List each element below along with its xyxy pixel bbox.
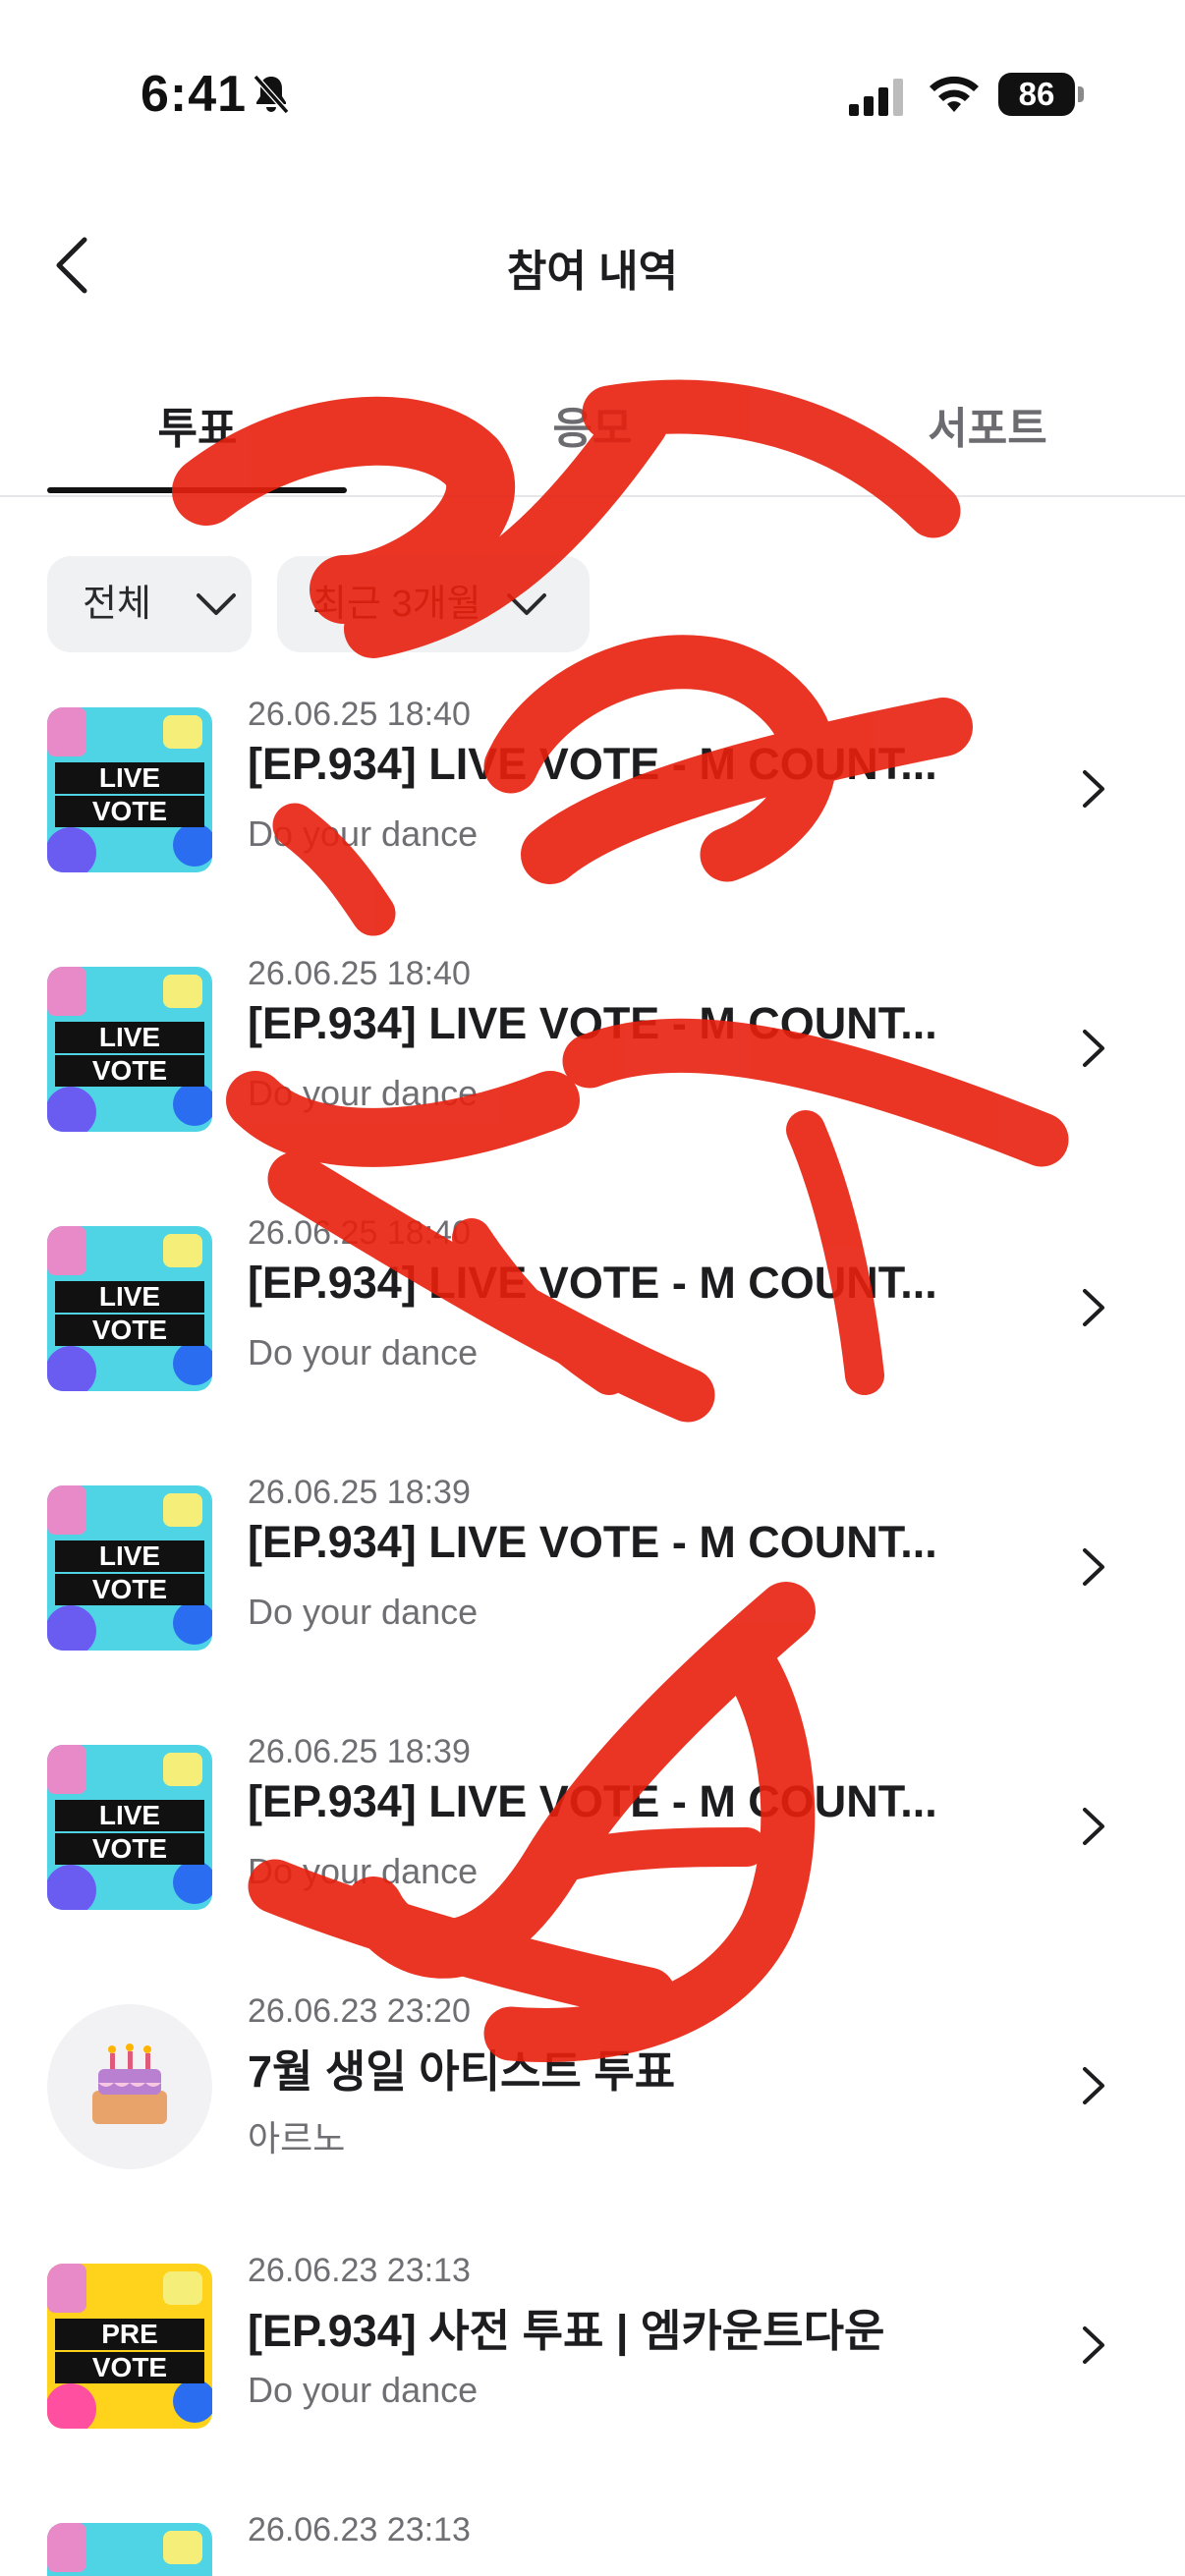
vote-subtitle: Do your dance	[248, 1073, 479, 1113]
vote-thumbnail	[47, 2523, 212, 2576]
vote-date: 26.06.23 23:13	[248, 2511, 471, 2548]
list-item[interactable]: LIVE VOTE 26.06.25 18:40 [EP.934] LIVE VOTE…	[0, 951, 1185, 1148]
tab-entry[interactable]: 응모	[395, 393, 790, 456]
vote-date: 26.06.23 23:20	[248, 1992, 471, 2030]
wifi-icon	[930, 76, 979, 112]
vote-date: 26.06.25 18:39	[248, 1474, 471, 1511]
chevron-down-icon	[507, 593, 546, 615]
period-filter-label: 최근 3개월	[312, 584, 481, 625]
thumb-line2: VOTE	[92, 1315, 167, 1345]
vote-thumbnail: LIVE VOTE	[47, 967, 212, 1132]
participation-history-screen: 6:41 86 참여 내역 투표 응모 서포트 전체 최근 3개월 LIVE V…	[0, 0, 1185, 2576]
vote-date: 26.06.25 18:40	[248, 1214, 471, 1252]
vote-thumbnail: LIVE VOTE	[47, 707, 212, 872]
list-item[interactable]: 26.06.23 23:20 7월 생일 아티스트 투표아르노	[0, 1988, 1185, 2185]
vote-title: [EP.934] LIVE VOTE - M COUNT...	[248, 1258, 937, 1308]
list-item[interactable]: LIVE VOTE 26.06.25 18:39 [EP.934] LIVE VOTE…	[0, 1729, 1185, 1926]
tab-vote[interactable]: 투표	[0, 393, 395, 456]
vote-subtitle: Do your dance	[248, 1851, 479, 1891]
vote-thumbnail: LIVE VOTE	[47, 1745, 212, 1910]
page-title: 참여 내역	[506, 248, 679, 296]
thumb-line1: LIVE	[99, 762, 160, 793]
chevron-right-icon	[1083, 1548, 1104, 1586]
list-item[interactable]: LIVE VOTE 26.06.25 18:39 [EP.934] LIVE VOTE…	[0, 1470, 1185, 1666]
list-item[interactable]: 26.06.23 23:13	[0, 2507, 1185, 2576]
thumb-line1: LIVE	[99, 1022, 160, 1052]
chevron-down-icon	[197, 593, 236, 615]
vote-title: [EP.934] LIVE VOTE - M COUNT...	[248, 739, 937, 789]
silent-bell-icon	[253, 75, 290, 114]
period-filter-dropdown[interactable]: 최근 3개월	[277, 556, 590, 652]
tab-divider	[0, 495, 1185, 497]
chevron-right-icon	[1083, 1808, 1104, 1845]
vote-title: [EP.934] 사전 투표 | 엠카운트다운	[248, 2306, 885, 2356]
list-item[interactable]: LIVE VOTE 26.06.25 18:40 [EP.934] LIVE VOTE…	[0, 1210, 1185, 1407]
battery-indicator: 86	[998, 73, 1075, 116]
vote-thumbnail	[47, 2004, 212, 2169]
thumb-line2: VOTE	[92, 796, 167, 826]
vote-date: 26.06.25 18:39	[248, 1733, 471, 1770]
vote-date: 26.06.25 18:40	[248, 696, 471, 733]
vote-title: 7월 생일 아티스트 투표	[248, 2046, 676, 2097]
thumb-line1: PRE	[101, 2319, 158, 2349]
chevron-right-icon	[1083, 2326, 1104, 2364]
thumb-line2: VOTE	[92, 1055, 167, 1086]
tab-support[interactable]: 서포트	[790, 393, 1185, 456]
vote-thumbnail: LIVE VOTE	[47, 1485, 212, 1651]
chevron-right-icon	[1083, 2067, 1104, 2104]
vote-date: 26.06.25 18:40	[248, 955, 471, 992]
thumb-line2: VOTE	[92, 1574, 167, 1604]
thumb-line2: VOTE	[92, 2352, 167, 2382]
cellular-signal-icon	[849, 79, 903, 116]
header: 참여 내역	[0, 196, 1185, 334]
category-filter-label: 전체	[83, 584, 151, 625]
active-tab-indicator	[47, 487, 347, 493]
vote-title: [EP.934] LIVE VOTE - M COUNT...	[248, 1776, 937, 1826]
tab-bar: 투표 응모 서포트	[0, 373, 1185, 497]
list-item[interactable]: LIVE VOTE 26.06.25 18:40 [EP.934] LIVE VOTE…	[0, 692, 1185, 888]
thumb-line1: LIVE	[99, 1540, 160, 1571]
thumb-line1: LIVE	[99, 1281, 160, 1312]
vote-subtitle: Do your dance	[248, 1332, 479, 1372]
chevron-right-icon	[1083, 770, 1104, 808]
list-item[interactable]: PRE VOTE 26.06.23 23:13 [EP.934] 사전 투표 | 엠카…	[0, 2248, 1185, 2444]
vote-subtitle: Do your dance	[248, 2370, 479, 2410]
vote-date: 26.06.23 23:13	[248, 2252, 471, 2289]
category-filter-dropdown[interactable]: 전체	[47, 556, 252, 652]
chevron-right-icon	[1083, 1030, 1104, 1067]
battery-cap	[1078, 86, 1084, 102]
vote-thumbnail: LIVE VOTE	[47, 1226, 212, 1391]
status-bar: 6:41 86	[0, 0, 1185, 187]
vote-title: [EP.934] LIVE VOTE - M COUNT...	[248, 998, 937, 1048]
thumb-line2: VOTE	[92, 1833, 167, 1864]
vote-title: [EP.934] LIVE VOTE - M COUNT...	[248, 1517, 937, 1567]
chevron-right-icon	[1083, 1289, 1104, 1326]
vote-thumbnail: PRE VOTE	[47, 2264, 212, 2429]
status-time: 6:41	[141, 66, 248, 123]
vote-subtitle: Do your dance	[248, 1592, 479, 1632]
vote-subtitle: 아르노	[248, 2118, 346, 2158]
thumb-line1: LIVE	[99, 1800, 160, 1830]
vote-subtitle: Do your dance	[248, 813, 479, 854]
